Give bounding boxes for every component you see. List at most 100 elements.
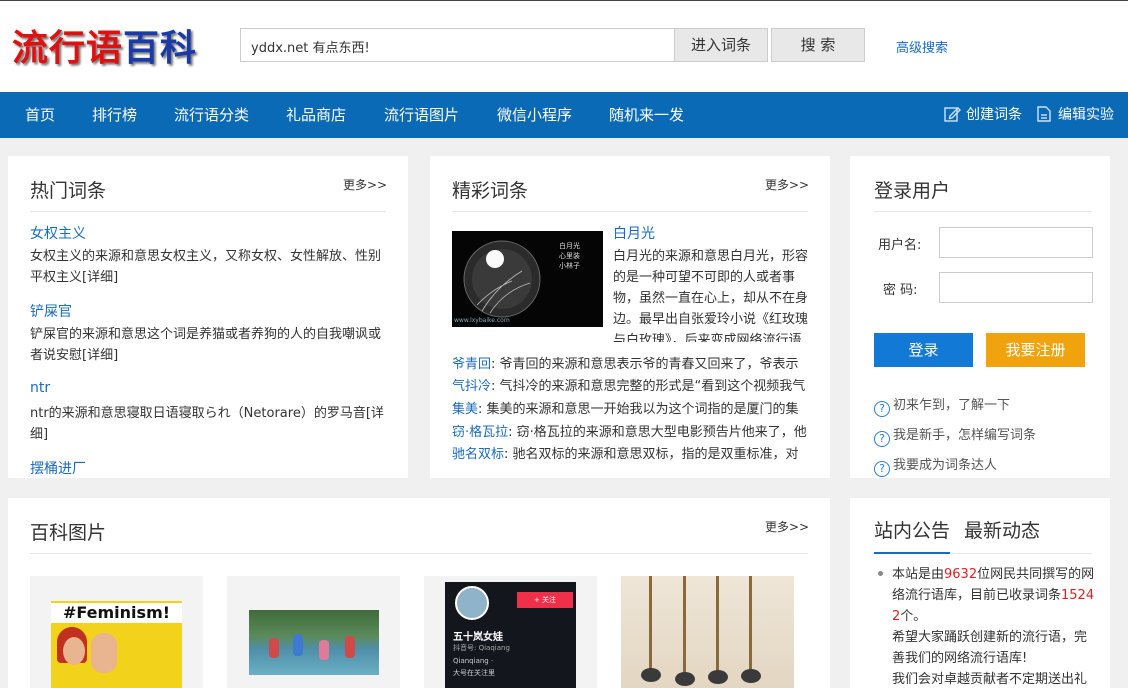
avatar (455, 586, 489, 620)
profile-id: 抖音号: Qiaqiang (453, 644, 510, 652)
feminism-poster: #Feminism! (51, 601, 182, 688)
login-button[interactable]: 登录 (874, 333, 973, 367)
hot-entry-title[interactable]: 铲屎官 (30, 301, 72, 321)
featured-row-text: : 气抖冷的来源和意思完整的形式是“看到这个视频我气 (491, 379, 806, 394)
featured-row: 窃·格瓦拉: 窃·格瓦拉的来源和意思大型电影预告片他来了，他 (452, 423, 814, 443)
ann-text-c: 个。 (900, 609, 927, 624)
featured-row-text: : 驰名双标的来源和意思双标，指的是双重标准，对 (504, 447, 799, 462)
picture-thumb-tools[interactable] (621, 576, 794, 688)
nav-item-categories[interactable]: 流行语分类 (174, 92, 249, 138)
edit-lab-label: 编辑实验 (1058, 107, 1114, 123)
feminism-poster-text: #Feminism! (51, 603, 182, 623)
featured-entries-title: 精彩词条 (452, 180, 529, 202)
hot-entry-title[interactable]: 女权主义 (30, 223, 86, 243)
nav-item-home[interactable]: 首页 (25, 92, 55, 138)
edit-icon (944, 106, 961, 122)
logo-part2: 百科 (123, 27, 198, 69)
hot-more-link[interactable]: 更多>> (343, 176, 387, 193)
username-input[interactable] (939, 227, 1093, 258)
featured-row-key[interactable]: 驰名双标 (452, 447, 504, 462)
figure-shape (269, 638, 279, 658)
hot-entry-desc: 女权主义的来源和意思女权主义，又称女权、女性解放、性别平权主义[详细] (30, 249, 382, 285)
search-button[interactable]: 搜 索 (771, 28, 865, 62)
hot-entry-title[interactable]: ntr (30, 380, 50, 396)
figure-face (63, 637, 85, 665)
tool-handle (749, 576, 752, 672)
figure-arm (91, 633, 117, 673)
divider (30, 553, 808, 554)
help-link-label: 初来乍到，了解一下 (893, 398, 1011, 413)
header: 流行语百科 yddx.net 有点东西! 进入词条 搜 索 高级搜索 (0, 0, 1128, 92)
picture-thumb-feminism[interactable]: #Feminism! (30, 576, 203, 688)
pictures-panel: 百科图片 更多>> #Feminism! + 关注 五十岚女娃 抖音号: Qia… (8, 498, 830, 688)
username-label: 用户名: (878, 238, 922, 253)
featured-row-key[interactable]: 气抖冷 (452, 379, 491, 394)
announcement-panel: 站内公告 最新动态 本站是由9632位网民共同撰写的网络流行语库，目前已收录词条… (850, 498, 1110, 688)
create-entry-link[interactable]: 创建词条 (943, 92, 1022, 138)
nav-item-pictures[interactable]: 流行语图片 (384, 92, 459, 138)
featured-row-key[interactable]: 窃·格瓦拉 (452, 425, 508, 440)
featured-main-desc: 白月光的来源和意思白月光，形容的是一种可望不可即的人或者事物，虽然一直在心上，却… (613, 249, 809, 342)
advanced-search-link[interactable]: 高级搜索 (896, 37, 948, 56)
featured-row-key[interactable]: 爷青回 (452, 357, 491, 372)
login-panel: 登录用户 用户名: 密 码: 登录 我要注册 ? 初来乍到，了解一下 ? 我是新手，… (850, 156, 1110, 478)
tool-handle (649, 576, 652, 671)
tab-latest-news[interactable]: 最新动态 (964, 516, 1040, 543)
profile-line2: 大号在关注里 (453, 669, 495, 677)
help-link-intro[interactable]: ? 初来乍到，了解一下 (874, 394, 1010, 417)
search-input[interactable]: yddx.net 有点东西! (240, 28, 675, 62)
nav-item-random[interactable]: 随机来一发 (609, 92, 684, 138)
featured-more-link[interactable]: 更多>> (765, 176, 809, 193)
help-link-label: 我要成为词条达人 (893, 458, 998, 473)
tool-head (708, 670, 728, 684)
hot-entry-title[interactable]: 摆桶进厂 (30, 458, 86, 478)
pictures-more-link[interactable]: 更多>> (765, 518, 809, 535)
question-icon: ? (874, 461, 890, 477)
edit-lab-link[interactable]: 编辑实验 (1035, 92, 1114, 138)
help-link-expert[interactable]: ? 我要成为词条达人 (874, 454, 997, 477)
figure-shape (293, 634, 303, 656)
nav-item-ranking[interactable]: 排行榜 (92, 92, 137, 138)
tools-photo (621, 576, 794, 688)
tool-head (641, 668, 661, 682)
ann-line3: 我们会对卓越贡献者不定期送出礼 (892, 672, 1088, 687)
featured-row-key[interactable]: 集美 (452, 402, 478, 417)
login-title: 登录用户 (874, 180, 951, 202)
figure-shape (319, 640, 329, 660)
featured-main-title[interactable]: 白月光 (613, 223, 655, 243)
divider (874, 211, 1092, 212)
enter-entry-button[interactable]: 进入词条 (674, 28, 768, 62)
help-link-label: 我是新手，怎样编写词条 (893, 428, 1037, 443)
picture-thumb-profile[interactable]: + 关注 五十岚女娃 抖音号: Qiaqiang Qianqiang · 大号在… (424, 576, 597, 688)
divider (452, 211, 808, 212)
site-logo[interactable]: 流行语百科 (12, 19, 197, 71)
tool-head (675, 672, 695, 686)
featured-entries-panel: 精彩词条 更多>> 白月光 心里装小林子 www.lxybaike.com 白月… (430, 156, 830, 478)
nav-item-gift-shop[interactable]: 礼品商店 (286, 92, 346, 138)
hot-entries-panel: 热门词条 更多>> 女权主义 女权主义的来源和意思女权主义，又称女权、女性解放、… (8, 156, 408, 478)
featured-row: 爷青回: 爷青回的来源和意思表示爷的青春又回来了，爷表示 (452, 355, 814, 375)
tool-head (741, 669, 761, 683)
follow-badge: + 关注 (517, 592, 573, 608)
featured-row: 气抖冷: 气抖冷的来源和意思完整的形式是“看到这个视频我气 (452, 377, 814, 397)
question-icon: ? (874, 431, 890, 447)
nav-item-mini-program[interactable]: 微信小程序 (497, 92, 572, 138)
hot-entry-desc: ntr的来源和意思寝取日语寝取られ（Netorare）的罗马音[详细] (30, 406, 384, 442)
help-link-newbie[interactable]: ? 我是新手，怎样编写词条 (874, 424, 1036, 447)
tool-handle (716, 576, 719, 674)
featured-image-caption: 白月光 心里装小林子 (559, 242, 580, 270)
pictures-title: 百科图片 (30, 522, 107, 544)
featured-image-watermark: www.lxybaike.com (454, 317, 510, 324)
tab-announcements[interactable]: 站内公告 (874, 516, 950, 543)
featured-row: 集美: 集美的来源和意思一开始我以为这个词指的是厦门的集 (452, 400, 814, 420)
logo-part1: 流行语 (12, 27, 124, 69)
featured-entry-image[interactable]: 白月光 心里装小林子 www.lxybaike.com (452, 231, 603, 327)
profile-name: 五十岚女娃 (453, 632, 503, 643)
password-input[interactable] (939, 272, 1093, 303)
profile-line1: Qianqiang · (453, 657, 494, 665)
picture-thumb-river[interactable] (227, 576, 400, 688)
active-tab-underline (874, 552, 950, 554)
create-entry-label: 创建词条 (966, 107, 1022, 123)
register-button[interactable]: 我要注册 (986, 333, 1085, 367)
main-nav: 首页 排行榜 流行语分类 礼品商店 流行语图片 微信小程序 随机来一发 创建词条… (0, 92, 1128, 138)
